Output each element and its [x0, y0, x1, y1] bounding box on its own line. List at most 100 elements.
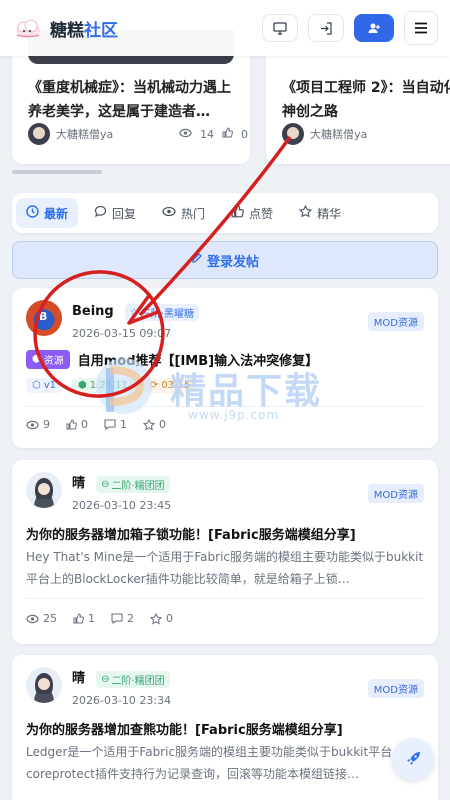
featured-author: 大糖糕僧ya	[310, 128, 368, 141]
post-author[interactable]: 晴	[72, 476, 85, 491]
eye-icon	[26, 614, 39, 623]
menu-icon	[415, 22, 427, 34]
like-button[interactable]: 0	[66, 418, 88, 431]
thumb-icon	[73, 613, 84, 624]
comment-button[interactable]: 2	[111, 612, 134, 625]
post-title[interactable]: 为你的服务器增加箱子锁功能！[Fabric服务端模组分享]	[26, 524, 424, 543]
comment-button[interactable]: 1	[104, 418, 127, 431]
resource-badge: ⬢ 资源	[26, 350, 70, 369]
post-card[interactable]: 晴 ⊖ 二阶·糯团团 2026-03-10 23:34 MOD资源 为你的服务器增…	[12, 655, 438, 800]
level-badge: ⊖ 二阶·糯团团	[96, 476, 170, 493]
mc-version-chip: ⬢ 1.21.11	[72, 378, 134, 393]
publish-rocket-button[interactable]	[392, 738, 434, 780]
top-navigation-bar: 糖糕社区	[0, 0, 450, 56]
eye-icon	[162, 206, 176, 220]
category-tag[interactable]: MOD资源	[367, 679, 424, 698]
stars-count: 0	[166, 612, 173, 625]
star-icon: ☆	[129, 307, 139, 318]
refresh-icon: ⟳	[149, 380, 159, 391]
comments-count: 1	[120, 418, 127, 431]
like-button[interactable]: 1	[73, 612, 95, 625]
stars-count: 0	[159, 418, 166, 431]
tab-label: 点赞	[249, 206, 274, 221]
cube-icon: ⬢	[32, 354, 41, 365]
tab-replies[interactable]: 回复	[84, 198, 146, 228]
login-button[interactable]	[308, 14, 344, 42]
login-to-post-label: 登录发帖	[206, 254, 259, 270]
eye-icon	[26, 420, 39, 429]
tab-label: 回复	[112, 206, 137, 221]
thumb-icon	[66, 419, 77, 430]
tab-hot[interactable]: 热门	[152, 198, 215, 228]
category-tag[interactable]: MOD资源	[367, 484, 424, 503]
version-chip: ⬡ v1	[26, 378, 63, 393]
desktop-mode-button[interactable]	[262, 14, 298, 42]
post-title[interactable]: 自用mod推荐【[IMB]输入法冲突修复】	[78, 350, 318, 369]
featured-views: 14	[200, 127, 214, 141]
brand-name-part: 糖糕	[50, 20, 84, 41]
comment-icon	[111, 613, 123, 624]
avatar[interactable]	[26, 667, 62, 703]
avatar	[28, 123, 50, 145]
favorite-button[interactable]: 0	[150, 612, 173, 625]
post-author[interactable]: Being	[72, 304, 114, 319]
views-stat: 9	[26, 418, 50, 431]
eye-icon	[179, 128, 192, 141]
level-label: 二阶·糯团团	[111, 676, 165, 687]
favorite-button[interactable]: 0	[143, 418, 166, 431]
avatar-mark: B	[39, 310, 48, 323]
avatar[interactable]	[26, 472, 62, 508]
tab-label: 精华	[317, 206, 342, 221]
brand-name-highlight: 社区	[84, 20, 118, 41]
circle-icon: ⊖	[101, 479, 110, 490]
tab-featured[interactable]: 精华	[289, 198, 351, 228]
resource-label: 资源	[43, 356, 64, 367]
post-title[interactable]: 为你的服务器增加查熊功能！[Fabric服务端模组分享]	[26, 719, 424, 738]
views-count: 9	[43, 418, 50, 431]
star-icon	[298, 204, 313, 221]
featured-title[interactable]: 《项目工程师 2》：当自动化遇向神创之路	[282, 76, 450, 124]
post-excerpt: Ledger是一个适用于Fabric服务端的模组主要功能类似于bukkit平台上…	[26, 745, 417, 781]
login-icon	[321, 21, 332, 35]
avatar[interactable]: B	[26, 300, 62, 336]
post-author[interactable]: 晴	[72, 671, 85, 686]
add-user-icon	[368, 23, 380, 33]
star-icon	[150, 612, 162, 624]
menu-button[interactable]	[404, 11, 438, 45]
divider	[26, 406, 424, 407]
rocket-icon	[407, 752, 420, 765]
post-card[interactable]: 晴 ⊖ 二阶·糯团团 2026-03-10 23:45 MOD资源 为你的服务器增…	[12, 460, 438, 644]
likes-count: 1	[88, 612, 95, 625]
circle-icon: ⊖	[101, 674, 110, 685]
desktop-icon	[273, 21, 287, 35]
login-to-post-button[interactable]: 登录发帖	[12, 241, 438, 279]
edit-icon	[191, 252, 203, 268]
site-brand[interactable]: 糖糕社区	[50, 16, 118, 41]
views-count: 25	[43, 612, 57, 625]
featured-author: 大糖糕僧ya	[56, 128, 114, 141]
cube-icon: ⬢	[78, 380, 87, 391]
post-excerpt: Hey That's Mine是一个适用于Fabric服务端的模组主要功能类似于…	[26, 550, 424, 586]
logo-cloud-icon[interactable]	[12, 15, 44, 41]
clock-icon	[26, 205, 39, 221]
level-label: 二阶·糯团团	[111, 481, 165, 492]
post-card[interactable]: B Being ☆ 三阶·黑曜糖 2026-03-15 09:07 MOD资源 ⬢…	[12, 288, 438, 448]
post-date: 2026-03-10 23:34	[72, 694, 172, 707]
post-date: 2026-03-10 23:45	[72, 499, 172, 512]
post-date: 2026-03-15 09:07	[72, 327, 172, 340]
featured-title[interactable]: 《重度机械症》：当机械动力遇上养老美学，这是属于建造者…	[28, 76, 238, 124]
thumb-icon	[222, 127, 233, 141]
tab-likes[interactable]: 点赞	[221, 198, 283, 228]
register-button[interactable]	[354, 14, 394, 42]
release-date-label: 03-15	[161, 380, 191, 391]
category-tag[interactable]: MOD资源	[367, 312, 424, 331]
avatar	[282, 123, 304, 145]
tab-latest[interactable]: 最新	[16, 198, 79, 228]
divider	[26, 598, 424, 599]
tab-label: 最新	[44, 206, 69, 221]
release-date-chip: ⟳ 03-15	[143, 378, 197, 393]
tab-label: 热门	[181, 206, 206, 221]
carousel-scrollbar[interactable]	[12, 170, 102, 174]
feed[interactable]: 《重度机械症》：当机械动力遇上养老美学，这是属于建造者… 大糖糕僧ya 14 0…	[0, 0, 450, 800]
thumb-icon	[231, 205, 244, 221]
